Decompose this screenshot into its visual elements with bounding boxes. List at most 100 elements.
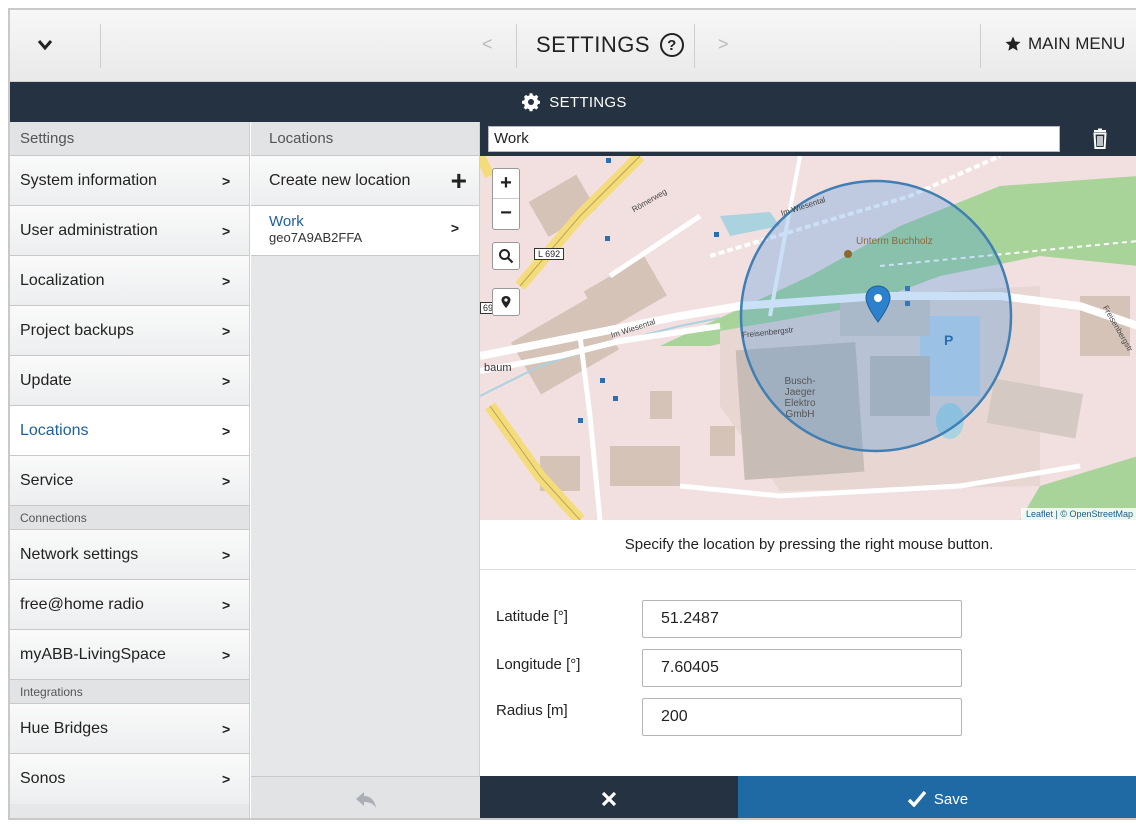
location-name-bar: Work [480,122,1136,156]
back-arrow-icon [355,791,376,808]
menu-item-label: System information [20,172,157,189]
page-title: SETTINGS ? [536,32,685,58]
menu-item-locations[interactable]: Locations > [10,406,249,456]
menu-item-free-at-home-radio[interactable]: free@home radio > [10,580,249,630]
create-location-button[interactable]: Create new location + [251,156,479,206]
zoom-in-button[interactable]: + [493,169,519,199]
chevron-right-icon: > [222,647,231,663]
map-label-company-line: Jaeger [784,387,816,398]
map-zoom-control: + − [492,168,520,230]
menu-item-hue-bridges[interactable]: Hue Bridges > [10,704,249,754]
map-label-company-line: Elektro [784,398,816,409]
chevron-right-icon: > [222,373,231,389]
map-tiles [480,156,1136,520]
map-search-button[interactable] [492,242,520,270]
section-header: SETTINGS [10,82,1136,122]
save-button[interactable]: Save [738,776,1136,818]
menu-item-user-administration[interactable]: User administration > [10,206,249,256]
cancel-button[interactable] [480,776,738,818]
map-view[interactable]: Unterm Buchholz Busch- Jaeger Elektro Gm… [480,156,1136,520]
map-locate-button[interactable] [492,288,520,316]
settings-column: Settings System information > User admini… [10,122,250,818]
create-location-label: Create new location [269,172,411,189]
map-label-company-line: Busch- [784,376,816,387]
action-footer: Save [480,776,1136,818]
menu-item-label: Project backups [20,322,134,339]
main-menu-label: MAIN MENU [1028,34,1126,53]
location-id: geo7A9AB2FFA [269,230,363,245]
locations-column: Locations Create new location + Work geo… [251,122,480,818]
save-label: Save [933,790,969,808]
longitude-label: Longitude [°] [496,656,581,673]
previous-arrow-icon[interactable]: < [482,34,493,55]
chevron-right-icon: > [222,473,231,489]
latitude-label: Latitude [°] [496,608,568,625]
map-label-road-baum: baum [484,362,512,374]
chevron-right-icon: > [222,771,231,787]
help-icon[interactable]: ? [660,33,685,57]
separator [516,24,517,68]
menu-item-label: User administration [20,222,158,239]
location-item-work[interactable]: Work geo7A9AB2FFA > [251,206,479,256]
menu-item-label: Localization [20,272,105,289]
group-label-connections: Connections [10,506,249,530]
separator [100,24,101,68]
zoom-out-button[interactable]: − [493,199,519,229]
chevron-right-icon: > [222,721,231,737]
menu-item-label: Sonos [20,770,66,787]
menu-item-myabb-livingspace[interactable]: myABB-LivingSpace > [10,630,249,680]
menu-item-label: Locations [20,422,89,439]
menu-item-update[interactable]: Update > [10,356,249,406]
plus-icon: + [450,165,467,196]
gear-icon [522,93,541,112]
location-detail-panel: Work Unterm Buchholz Busch- Jaeger Elekt… [480,122,1136,818]
chevron-right-icon: > [222,323,231,339]
menu-item-label: free@home radio [20,596,144,613]
chevron-right-icon: > [222,173,231,189]
menu-item-localization[interactable]: Localization > [10,256,249,306]
longitude-input[interactable]: 7.60405 [642,649,962,687]
latitude-input[interactable]: 51.2487 [642,600,962,638]
chevron-right-icon: > [222,597,231,613]
radius-label: Radius [m] [496,702,568,719]
page-title-text: SETTINGS [536,32,651,57]
chevron-right-icon: > [222,547,231,563]
menu-item-sonos[interactable]: Sonos > [10,754,249,804]
menu-item-label: Update [20,372,72,389]
locations-heading: Locations [251,122,479,156]
separator [694,24,695,68]
menu-item-system-information[interactable]: System information > [10,156,249,206]
section-header-title: SETTINGS [549,93,627,111]
map-label-company: Busch- Jaeger Elektro GmbH [770,376,830,420]
checkmark-icon [907,791,926,807]
map-label-company-line: GmbH [785,409,815,420]
location-pin-icon [501,296,511,308]
menu-item-label: Network settings [20,546,139,563]
location-name: Work [269,213,304,230]
map-attribution[interactable]: Leaflet | © OpenStreetMap [1020,508,1136,520]
menu-item-network-settings[interactable]: Network settings > [10,530,249,580]
chevron-right-icon: > [222,223,231,239]
menu-item-service[interactable]: Service > [10,456,249,506]
menu-item-label: Service [20,472,74,489]
radius-input[interactable]: 200 [642,698,962,736]
trash-icon[interactable] [1088,127,1112,151]
chevron-down-icon[interactable] [32,32,58,58]
search-icon [499,249,514,264]
next-arrow-icon[interactable]: > [718,34,729,55]
menu-item-label: Hue Bridges [20,720,109,737]
location-name-input[interactable]: Work [488,126,1060,152]
settings-heading: Settings [10,122,249,156]
star-icon [1005,36,1021,51]
map-label-parking: P [944,332,954,348]
menu-item-project-backups[interactable]: Project backups > [10,306,249,356]
group-label-integrations: Integrations [10,680,249,704]
menu-item-label: myABB-LivingSpace [20,646,166,663]
app-frame: < SETTINGS ? > MAIN MENU SETTINGS Settin… [8,8,1136,820]
main-menu-button[interactable]: MAIN MENU [1004,34,1125,54]
chevron-right-icon: > [450,220,459,236]
map-label-road-l692: L 692 [534,248,565,260]
top-bar: < SETTINGS ? > MAIN MENU [10,10,1136,82]
back-button[interactable] [251,776,480,818]
map-hint: Specify the location by pressing the rig… [480,520,1136,570]
